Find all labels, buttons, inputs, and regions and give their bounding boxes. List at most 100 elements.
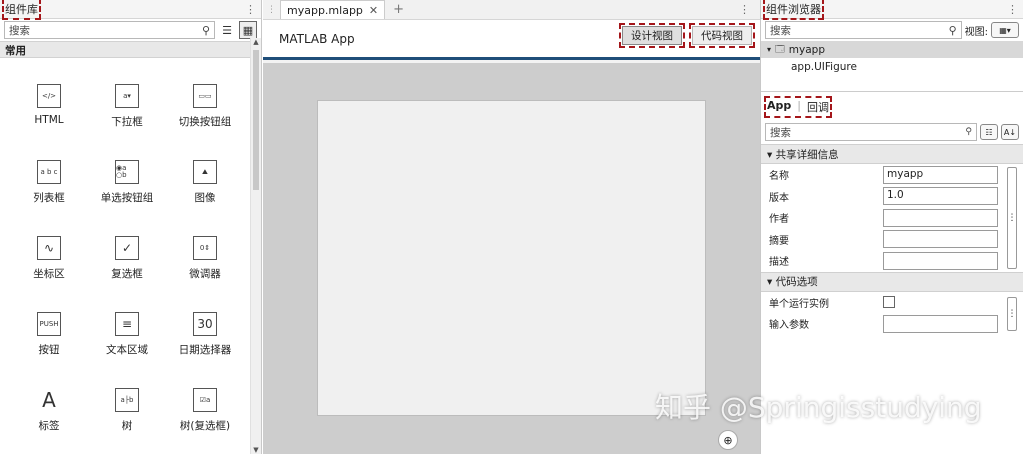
detail-value-field[interactable] xyxy=(883,230,998,248)
browser-search-input[interactable]: 搜索 ⚲ xyxy=(765,21,962,39)
component-label: 复选框 xyxy=(111,266,143,281)
view-dropdown[interactable]: ▦▾ xyxy=(991,22,1019,38)
code-options-more-icon[interactable]: ⋮ xyxy=(1007,297,1017,331)
detail-row: 名称myapp xyxy=(761,164,1023,186)
component-label: HTML xyxy=(34,114,63,126)
list-view-icon[interactable]: ☰ xyxy=(218,21,236,39)
push-button-icon: PUSH xyxy=(37,312,61,336)
listbox-icon: a b c xyxy=(37,160,61,184)
tree-node-uifigure[interactable]: app.UIFigure xyxy=(761,58,1023,75)
component-library-title: 组件库 xyxy=(5,1,38,17)
component-label: 单选按钮组 xyxy=(101,190,154,205)
inspector-search-row: 搜索 ⚲ ☷ A↓ xyxy=(761,120,1023,144)
component-item[interactable]: 0⇕微调器 xyxy=(166,232,244,308)
scroll-up-icon[interactable]: ▲ xyxy=(251,38,261,46)
detail-value-field[interactable]: myapp xyxy=(883,166,998,184)
html-icon: </> xyxy=(37,84,61,108)
view-label: 视图: xyxy=(965,23,988,38)
code-view-button[interactable]: 代码视图 xyxy=(692,26,752,45)
component-item[interactable]: ▭▭切换按钮组 xyxy=(166,80,244,156)
detail-label: 描述 xyxy=(769,253,883,268)
detail-row: 描述 xyxy=(761,250,1023,272)
tab-label: myapp.mlapp xyxy=(287,4,363,17)
component-label: 树 xyxy=(122,418,133,433)
section-code-options[interactable]: ▾ 代码选项 xyxy=(761,272,1023,292)
details-more-icon[interactable]: ⋮ xyxy=(1007,167,1017,269)
add-tab-icon[interactable]: + xyxy=(393,2,404,17)
component-item[interactable]: ≡文本区域 xyxy=(88,308,166,384)
component-label: 坐标区 xyxy=(33,266,65,281)
component-item[interactable]: ∿ 坐标区 xyxy=(10,232,88,308)
component-item[interactable]: ✓ 复选框 xyxy=(88,232,166,308)
detail-value-field[interactable]: 1.0 xyxy=(883,187,998,205)
file-tab-bar: ⋮ myapp.mlapp ✕ + ⋮ xyxy=(263,0,760,20)
detail-label: 名称 xyxy=(769,167,883,182)
design-view-button[interactable]: 设计视图 xyxy=(622,26,682,45)
view-toolbar: MATLAB App 设计视图 代码视图 xyxy=(263,20,760,60)
close-icon[interactable]: ✕ xyxy=(369,4,378,17)
ui-figure[interactable] xyxy=(317,100,706,416)
tab-app[interactable]: App xyxy=(767,99,791,115)
detail-label: 作者 xyxy=(769,210,883,225)
code-options-fields: 单个运行实例 输入参数 ⋮ xyxy=(761,292,1023,335)
single-instance-row: 单个运行实例 xyxy=(761,292,1023,314)
detail-value-field[interactable] xyxy=(883,252,998,270)
component-label: 下拉框 xyxy=(111,114,143,129)
inspector-search-input[interactable]: 搜索 ⚲ xyxy=(765,123,977,141)
dropdown-icon: a▾ xyxy=(115,84,139,108)
axes-icon: ∿ xyxy=(37,236,61,260)
library-search-input[interactable]: 搜索 ⚲ xyxy=(4,21,215,39)
component-item[interactable]: PUSH按钮 xyxy=(10,308,88,384)
detail-row: 作者 xyxy=(761,207,1023,229)
component-label: 树(复选框) xyxy=(180,418,230,433)
detail-fields: 名称myapp版本1.0作者摘要描述⋮ xyxy=(761,164,1023,272)
single-instance-label: 单个运行实例 xyxy=(769,295,883,310)
app-icon: 🗔 xyxy=(775,42,785,58)
input-args-field[interactable] xyxy=(883,315,998,333)
section-common: 常用 xyxy=(0,41,261,58)
component-item[interactable]: ☑a 树(复选框) xyxy=(166,384,244,460)
component-item[interactable]: </> HTML xyxy=(10,80,88,156)
tree-icon: a├b xyxy=(115,388,139,412)
detail-value-field[interactable] xyxy=(883,209,998,227)
grid-view-icon[interactable]: ▦ xyxy=(239,21,257,39)
component-item[interactable]: a├b 树 xyxy=(88,384,166,460)
component-item[interactable]: a b c列表框 xyxy=(10,156,88,232)
component-item[interactable]: ◉a ○b 单选按钮组 xyxy=(88,156,166,232)
component-browser-header: 组件浏览器 ⋮ xyxy=(761,0,1023,19)
tab-myapp[interactable]: myapp.mlapp ✕ xyxy=(280,0,385,19)
component-item[interactable]: ⛰图像 xyxy=(166,156,244,232)
radio-button-group-icon: ◉a ○b xyxy=(115,160,139,184)
single-instance-checkbox[interactable] xyxy=(883,296,895,308)
component-item[interactable]: a▾ 下拉框 xyxy=(88,80,166,156)
search-icon: ⚲ xyxy=(965,127,972,137)
scroll-thumb[interactable] xyxy=(253,50,259,190)
inspector-tabs: App | 回调 xyxy=(761,94,1023,120)
component-browser-title: 组件浏览器 xyxy=(766,1,821,17)
zoom-icon[interactable]: ⊕ xyxy=(718,430,738,450)
checkbox-tree-icon: ☑a xyxy=(193,388,217,412)
tab-menu-icon[interactable]: ⋮ xyxy=(739,3,750,16)
library-scrollbar[interactable]: ▲ ▼ xyxy=(250,38,261,454)
inspector-tab-group: App | 回调 xyxy=(767,99,829,115)
group-view-icon[interactable]: ☷ xyxy=(980,124,998,140)
toggle-button-group-icon: ▭▭ xyxy=(193,84,217,108)
browser-menu-icon[interactable]: ⋮ xyxy=(1007,3,1018,16)
component-grid: </> HTML a▾ 下拉框 ▭▭切换按钮组 a b c列表框 ◉a ○b 单选按钮组 ⛰图像… xyxy=(0,80,250,460)
scroll-down-icon[interactable]: ▼ xyxy=(251,446,261,454)
tab-grip-icon: ⋮ xyxy=(267,5,276,15)
tree-child-label: app.UIFigure xyxy=(791,61,857,73)
tree-node-root[interactable]: ▾ 🗔 myapp xyxy=(761,41,1023,58)
checkbox-icon: ✓ xyxy=(115,236,139,260)
section-shared-details[interactable]: ▾ 共享详细信息 xyxy=(761,144,1023,164)
tab-callbacks[interactable]: 回调 xyxy=(807,99,829,115)
component-item[interactable]: 30日期选择器 xyxy=(166,308,244,384)
expand-icon[interactable]: ▾ xyxy=(767,45,771,54)
library-menu-icon[interactable]: ⋮ xyxy=(245,3,256,16)
search-icon: ⚲ xyxy=(202,24,210,37)
browser-search-row: 搜索 ⚲ 视图: ▦▾ xyxy=(761,19,1023,41)
sort-alpha-icon[interactable]: A↓ xyxy=(1001,124,1019,140)
component-item[interactable]: A标签 xyxy=(10,384,88,460)
browser-search-placeholder: 搜索 xyxy=(770,23,791,38)
text-area-icon: ≡ xyxy=(115,312,139,336)
